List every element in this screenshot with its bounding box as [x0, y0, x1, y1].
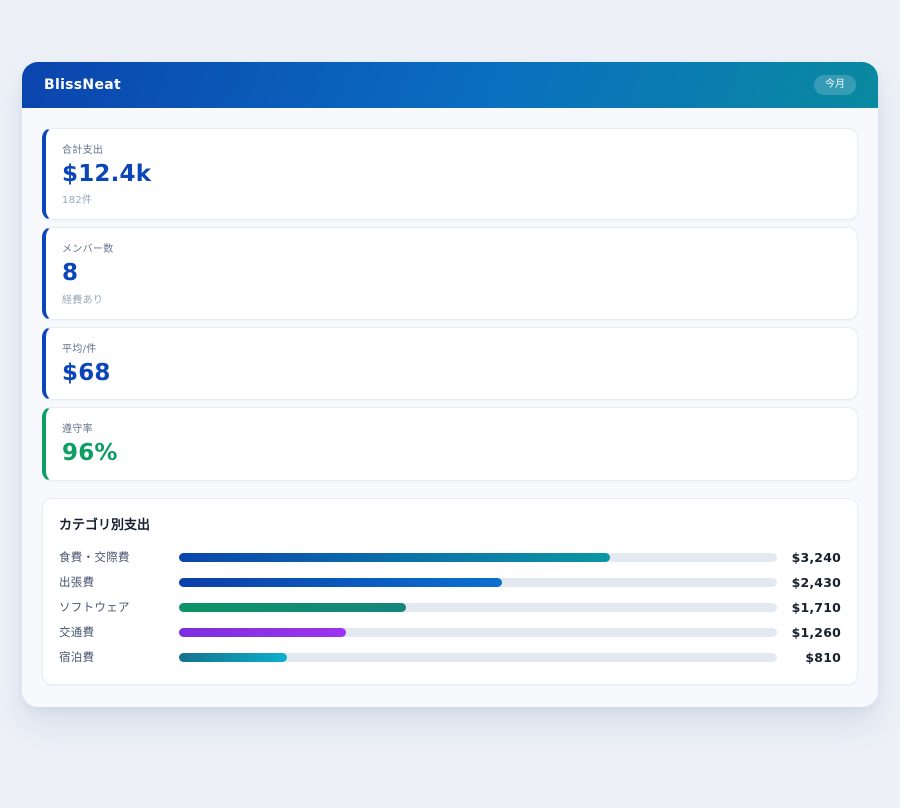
period-badge[interactable]: 今月 — [814, 75, 856, 95]
stat-card-average-per-item: 平均/件 $68 — [42, 327, 858, 400]
bar-fill — [179, 603, 406, 612]
category-row-food-entertainment: 食費・交際費 $3,240 — [59, 545, 841, 570]
bar-fill — [179, 653, 287, 662]
category-label: 宿泊費 — [59, 649, 179, 665]
app-header: BlissNeat 今月 — [22, 62, 878, 108]
app-window: BlissNeat 今月 合計支出 $12.4k 182件 メンバー数 8 経費… — [22, 62, 878, 707]
category-row-software: ソフトウェア $1,710 — [59, 595, 841, 620]
stat-label: 合計支出 — [62, 141, 841, 156]
stat-value: 8 — [62, 260, 841, 286]
category-label: 出張費 — [59, 574, 179, 590]
category-label: 交通費 — [59, 624, 179, 640]
stat-card-total-spend: 合計支出 $12.4k 182件 — [42, 128, 858, 220]
category-amount: $1,710 — [777, 600, 841, 615]
category-amount: $3,240 — [777, 550, 841, 565]
category-amount: $2,430 — [777, 575, 841, 590]
stat-subtext: 182件 — [62, 191, 841, 206]
stat-card-compliance-rate: 遵守率 96% — [42, 407, 858, 480]
category-section-title: カテゴリ別支出 — [59, 514, 841, 533]
category-row-accommodation: 宿泊費 $810 — [59, 645, 841, 670]
category-row-transportation: 交通費 $1,260 — [59, 620, 841, 645]
bar-fill — [179, 578, 502, 587]
app-title: BlissNeat — [44, 77, 121, 93]
bar-fill — [179, 628, 346, 637]
stat-card-member-count: メンバー数 8 経費あり — [42, 227, 858, 319]
category-amount: $1,260 — [777, 625, 841, 640]
bar-track — [179, 603, 777, 612]
stat-value: $68 — [62, 360, 841, 386]
category-label: 食費・交際費 — [59, 549, 179, 565]
category-amount: $810 — [777, 650, 841, 665]
bar-track — [179, 628, 777, 637]
dashboard-content: 合計支出 $12.4k 182件 メンバー数 8 経費あり 平均/件 $68 遵… — [22, 108, 878, 707]
stat-label: 遵守率 — [62, 420, 841, 435]
stat-value: 96% — [62, 440, 841, 466]
stat-label: 平均/件 — [62, 340, 841, 355]
stat-label: メンバー数 — [62, 240, 841, 255]
category-breakdown-card: カテゴリ別支出 食費・交際費 $3,240 出張費 $2,430 ソフトウェア — [42, 498, 858, 685]
bar-track — [179, 553, 777, 562]
stat-subtext: 経費あり — [62, 291, 841, 306]
bar-track — [179, 578, 777, 587]
stat-value: $12.4k — [62, 161, 841, 187]
category-label: ソフトウェア — [59, 599, 179, 615]
bar-fill — [179, 553, 610, 562]
category-row-business-trip: 出張費 $2,430 — [59, 570, 841, 595]
bar-track — [179, 653, 777, 662]
